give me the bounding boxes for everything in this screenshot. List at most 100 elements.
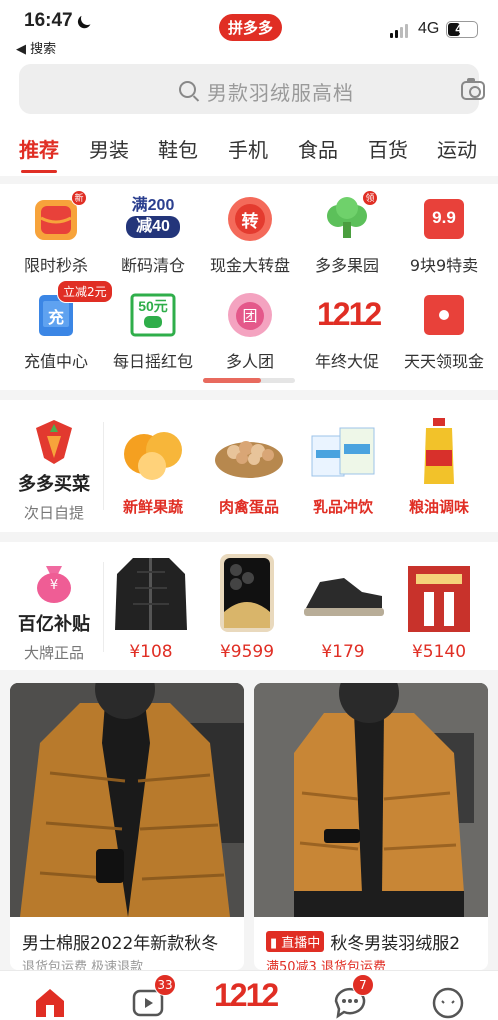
- feature-group-buy[interactable]: 团 多人团: [201, 292, 299, 372]
- new-badge: 新: [71, 190, 87, 206]
- grocery-dairy[interactable]: 乳品冲饮: [298, 414, 388, 517]
- eggs-basket-image: [212, 414, 286, 488]
- product-title: 秋冬男装羽绒服2: [330, 934, 461, 954]
- feature-daily-cash[interactable]: 天天领现金: [395, 292, 493, 372]
- back-to-search[interactable]: ◀ 搜索: [16, 38, 56, 57]
- product-card[interactable]: ▮ 直播中 秋冬男装羽绒服2 满50减3 退货包运费: [254, 683, 488, 970]
- subsidy-price: ¥5140: [411, 642, 467, 662]
- product-tags: 满50减3 退货包运费: [266, 960, 386, 970]
- network-label: 4G: [418, 20, 440, 37]
- phone-image: [216, 552, 278, 634]
- grocery-item-label: 肉禽蛋品: [218, 498, 279, 516]
- nav-home[interactable]: [30, 981, 70, 1020]
- tab-food[interactable]: 食品: [298, 134, 338, 163]
- divider: [103, 562, 104, 652]
- feature-label: 多多果园: [314, 256, 379, 275]
- product-image: [254, 683, 488, 917]
- feature-scroll-indicator: [203, 378, 295, 383]
- subsidy-price: ¥108: [129, 642, 173, 662]
- search-icon: [179, 81, 196, 98]
- feature-label: 天天领现金: [403, 352, 484, 371]
- tab-phones[interactable]: 手机: [228, 134, 268, 163]
- clock: 16:47: [24, 10, 86, 32]
- chat-badge: 7: [352, 974, 374, 996]
- grocery-item-label: 新鲜果蔬: [122, 498, 183, 516]
- feature-grid: 新 限时秒杀 满200 减40 断码清仓 转 现金大转盘 领 多多果园 9.9 …: [0, 184, 498, 390]
- moon-icon: [79, 10, 96, 27]
- feature-label: 限时秒杀: [23, 256, 88, 275]
- battery-icon: 43: [446, 21, 478, 38]
- redpacket-icon: 50元: [130, 292, 176, 338]
- cash-envelope-icon: [421, 292, 467, 338]
- feature-99-sale[interactable]: 9.9 9块9特卖: [395, 196, 493, 276]
- live-badge: ▮ 直播中: [266, 931, 325, 952]
- feature-label: 每日摇红包: [112, 352, 193, 371]
- grocery-subtitle: 次日自提: [23, 504, 84, 522]
- feature-cash-wheel[interactable]: 转 现金大转盘: [201, 196, 299, 276]
- app-logo: 拼多多: [219, 14, 283, 41]
- black-jacket-image: [111, 552, 191, 634]
- clearance-icon: 满200 减40: [126, 196, 180, 242]
- signal-icon: [390, 24, 408, 38]
- 1212-icon: 1212: [317, 296, 382, 332]
- status-bar: 16:47 ◀ 搜索 拼多多 4G 43: [0, 0, 498, 60]
- recharge-icon: 充 立减2元: [33, 280, 113, 338]
- tab-recommend[interactable]: 推荐: [19, 134, 59, 173]
- grocery-header[interactable]: 多多买菜 次日自提: [0, 418, 108, 523]
- subsidy-iphone[interactable]: ¥9599: [202, 552, 292, 662]
- tab-sports[interactable]: 运动: [437, 134, 477, 163]
- nav-1212[interactable]: 1212: [214, 977, 290, 1017]
- subsidy-liquor[interactable]: ¥5140: [394, 552, 484, 662]
- grocery-item-label: 粮油调味: [408, 498, 469, 516]
- group-icon: 团: [227, 292, 273, 338]
- nav-profile[interactable]: [428, 981, 468, 1020]
- subsidy-header[interactable]: ¥ 百亿补贴 大牌正品: [0, 560, 108, 663]
- feature-label: 充值中心: [23, 352, 88, 371]
- grocery-oil[interactable]: 粮油调味: [394, 414, 484, 517]
- grocery-fruit-veg[interactable]: 新鲜果蔬: [108, 414, 198, 517]
- feature-year-end[interactable]: 1212 年终大促: [298, 292, 396, 372]
- subsidy-row[interactable]: ¥ 百亿补贴 大牌正品 ¥108 ¥9599 ¥179 ¥5140: [0, 542, 498, 670]
- bottom-nav: 33 1212 7: [0, 970, 498, 1020]
- search-bar: 男款羽绒服高档: [0, 60, 498, 122]
- product-card[interactable]: 男士棉服2022年新款秋冬 退货包运费 极速退款: [10, 683, 244, 970]
- feature-clearance[interactable]: 满200 减40 断码清仓: [104, 196, 202, 276]
- tree-icon: 领: [324, 190, 378, 242]
- category-tabs: 推荐 男装 鞋包 手机 食品 百货 运动: [0, 122, 498, 176]
- feature-label: 年终大促: [314, 352, 379, 371]
- sale-99-icon: 9.9: [421, 196, 467, 242]
- tab-shoes-bags[interactable]: 鞋包: [158, 134, 198, 163]
- feature-flash-sale[interactable]: 新 限时秒杀: [7, 190, 105, 276]
- feature-recharge[interactable]: 充 立减2元 充值中心: [7, 280, 113, 372]
- divider: [103, 422, 104, 510]
- camera-icon[interactable]: [461, 78, 485, 100]
- subsidy-title: 百亿补贴: [18, 614, 90, 635]
- shoe-image: [300, 552, 386, 634]
- subsidy-price: ¥9599: [219, 642, 275, 662]
- nav-chat[interactable]: 7: [330, 974, 374, 1020]
- money-bag-icon: ¥: [32, 560, 76, 604]
- feature-orchard[interactable]: 领 多多果园: [298, 190, 396, 276]
- claim-badge: 领: [362, 190, 378, 206]
- product-tags: 退货包运费 极速退款: [22, 960, 144, 970]
- feature-daily-redpacket[interactable]: 50元 每日摇红包: [104, 292, 202, 372]
- grocery-meat-egg[interactable]: 肉禽蛋品: [204, 414, 294, 517]
- search-input[interactable]: 男款羽绒服高档: [19, 64, 485, 114]
- tab-menswear[interactable]: 男装: [89, 134, 129, 163]
- grocery-item-label: 乳品冲饮: [312, 498, 373, 516]
- milk-box-image: [306, 414, 380, 488]
- wheel-icon: 转: [227, 196, 273, 242]
- home-icon: [36, 989, 64, 1017]
- feature-label: 断码清仓: [120, 256, 185, 275]
- tab-goods[interactable]: 百货: [368, 134, 408, 163]
- carrot-icon: [36, 420, 72, 464]
- grocery-row[interactable]: 多多买菜 次日自提 新鲜果蔬 肉禽蛋品 乳品冲饮 粮油调味: [0, 400, 498, 532]
- oil-bottle-image: [402, 414, 476, 488]
- product-title: 男士棉服2022年新款秋冬: [22, 934, 219, 954]
- liquor-box-image: [404, 552, 474, 634]
- video-badge: 33: [154, 974, 176, 996]
- flash-sale-icon: 新: [33, 190, 87, 242]
- nav-video[interactable]: 33: [128, 974, 176, 1020]
- subsidy-shoes[interactable]: ¥179: [298, 552, 388, 662]
- subsidy-jacket[interactable]: ¥108: [106, 552, 196, 662]
